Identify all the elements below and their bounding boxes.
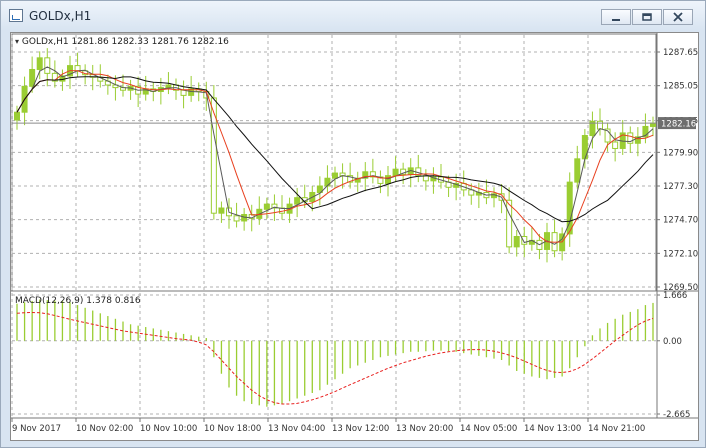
time-tick-label: 9 Nov 2017 <box>12 424 61 434</box>
time-tick-label: 14 Nov 05:00 <box>460 424 517 434</box>
time-tick-label: 13 Nov 12:00 <box>332 424 389 434</box>
chart-window-icon <box>9 9 23 22</box>
window-title: GOLDx,H1 <box>29 9 92 23</box>
price-tick-label: 1285.05 <box>663 82 698 92</box>
current-price-label: 1282.16 <box>661 120 696 130</box>
price-candle <box>14 111 20 121</box>
chart-ohlc: 1281.86 1282.33 1281.76 1282.16 <box>71 37 229 47</box>
minimize-icon <box>612 19 620 21</box>
price-tick-label: 1277.30 <box>663 182 698 192</box>
time-tick-label: 14 Nov 13:00 <box>524 424 581 434</box>
price-tick-label: 1279.90 <box>663 148 698 158</box>
price-candle <box>392 168 399 177</box>
chart-window: GOLDx,H1 1287.651285.051282.351279.90127… <box>0 0 706 448</box>
price-candle <box>574 158 581 183</box>
title-bar[interactable]: GOLDx,H1 <box>1 1 705 31</box>
price-candle <box>324 177 331 187</box>
macd-tick-label: 0.00 <box>663 337 682 347</box>
time-tick-label: 13 Nov 20:00 <box>396 424 453 434</box>
macd-info: MACD(12,26,9) 1.378 0.816 <box>15 296 141 306</box>
price-candle <box>650 122 656 127</box>
macd-values: 1.378 0.816 <box>86 296 141 306</box>
ma-fast-line <box>16 66 654 246</box>
ma-slow-line <box>16 76 654 223</box>
price-candle <box>513 236 520 248</box>
price-candle <box>294 197 301 205</box>
price-candle <box>74 65 81 72</box>
time-tick-label: 14 Nov 21:00 <box>588 424 645 434</box>
price-tick-label: 1274.70 <box>663 216 698 226</box>
chart-symbol: GOLDx,H1 <box>21 37 69 47</box>
chart-area[interactable]: 1287.651285.051282.351279.901277.301274.… <box>10 32 699 441</box>
macd-label: MACD(12,26,9) <box>15 296 84 306</box>
price-candle <box>44 57 51 74</box>
time-tick-label: 10 Nov 18:00 <box>204 424 261 434</box>
price-panel-frame <box>11 33 657 292</box>
price-candle <box>165 84 172 89</box>
price-candle <box>506 199 513 248</box>
price-candle <box>521 236 528 245</box>
price-chart-svg[interactable]: 1287.651285.051282.351279.901277.301274.… <box>11 33 698 440</box>
price-candle <box>218 207 225 214</box>
time-tick-label: 10 Nov 10:00 <box>140 424 197 434</box>
restore-icon <box>642 13 652 21</box>
restore-button[interactable] <box>632 9 662 25</box>
chart-info: ▾ GOLDx,H1 1281.86 1282.33 1281.76 1282.… <box>15 37 229 47</box>
chart-symbol-icon: ▾ <box>15 37 20 46</box>
price-candle <box>36 57 43 70</box>
time-tick-label: 10 Nov 02:00 <box>76 424 133 434</box>
price-candle <box>263 203 270 210</box>
price-candle <box>597 120 603 130</box>
ma-mid-line <box>16 70 654 243</box>
time-tick-label: 13 Nov 04:00 <box>268 424 325 434</box>
macd-tick-label: -2.665 <box>663 410 690 420</box>
price-candle <box>210 97 217 214</box>
price-tick-label: 1287.65 <box>663 48 698 58</box>
macd-tick-label: 1.666 <box>663 291 687 301</box>
price-candle <box>612 141 619 149</box>
price-candle <box>332 172 338 179</box>
price-candle <box>385 175 391 184</box>
close-button[interactable] <box>663 9 693 25</box>
price-tick-label: 1272.10 <box>663 249 698 259</box>
close-icon <box>673 12 683 22</box>
price-candle <box>233 215 240 222</box>
minimize-button[interactable] <box>601 9 631 25</box>
